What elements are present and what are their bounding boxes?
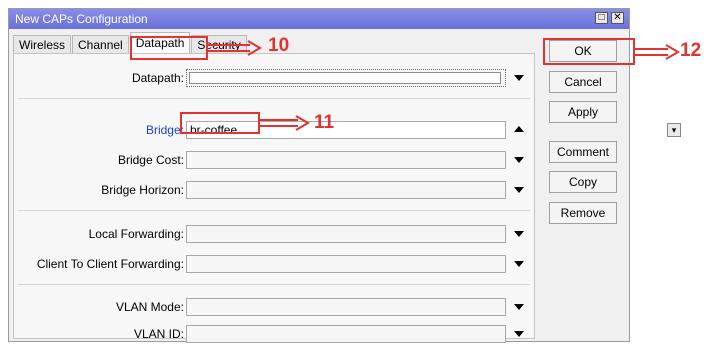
row-local-forwarding: Local Forwarding:: [14, 224, 534, 246]
bridge-horizon-dropdown-icon[interactable]: [514, 187, 524, 193]
tab-channel[interactable]: Channel: [72, 35, 129, 53]
divider: [18, 210, 530, 211]
vlan-mode-label: VLAN Mode:: [115, 300, 184, 314]
client-to-client-label: Client To Client Forwarding:: [36, 257, 184, 271]
bridge-cost-dropdown-icon[interactable]: [514, 157, 524, 163]
copy-button[interactable]: Copy: [549, 171, 617, 193]
tab-wireless[interactable]: Wireless: [13, 35, 72, 53]
remove-button[interactable]: Remove: [549, 202, 617, 224]
divider: [18, 98, 530, 99]
datapath-dropdown-icon[interactable]: [514, 75, 524, 81]
client-to-client-field[interactable]: [186, 255, 506, 273]
step-12-label: 12: [680, 40, 702, 61]
vlan-id-label: VLAN ID:: [133, 327, 184, 341]
cancel-button[interactable]: Cancel: [549, 71, 617, 93]
bridge-label: Bridge:: [145, 123, 184, 137]
caps-config-window: New CAPs Configuration □ ✕ Wireless Chan…: [8, 8, 681, 343]
vlan-id-dropdown-icon[interactable]: [514, 331, 524, 337]
datapath-panel: Datapath: Bridge: br-coffee ▾ Bridge Cos…: [13, 53, 681, 343]
datapath-label: Datapath:: [131, 71, 184, 85]
apply-button[interactable]: Apply: [549, 101, 617, 123]
datapath-input[interactable]: [189, 72, 501, 84]
bridge-collapse-icon[interactable]: [514, 126, 524, 132]
title-bar: New CAPs Configuration □ ✕: [9, 9, 629, 29]
arrow-11-icon: [260, 115, 310, 131]
step-11-label: 11: [314, 112, 335, 133]
arrow-12-icon: [634, 44, 680, 60]
datapath-tab-highlight: [130, 36, 208, 60]
bridge-horizon-label: Bridge Horizon:: [101, 183, 184, 197]
window-title: New CAPs Configuration: [15, 12, 148, 26]
maximize-icon[interactable]: □: [595, 12, 608, 24]
divider: [18, 284, 530, 285]
row-vlan-id: VLAN ID:: [14, 324, 534, 346]
local-forwarding-label: Local Forwarding:: [88, 227, 184, 241]
comment-button[interactable]: Comment: [549, 141, 617, 163]
local-forwarding-dropdown-icon[interactable]: [514, 231, 524, 237]
local-forwarding-field[interactable]: [186, 225, 506, 243]
vlan-mode-dropdown-icon[interactable]: [514, 304, 524, 310]
bridge-cost-field[interactable]: [186, 151, 506, 169]
arrow-10-icon: [208, 40, 262, 56]
datapath-field[interactable]: [186, 69, 506, 87]
bridge-dropdown-icon[interactable]: ▾: [667, 123, 681, 137]
row-bridge-horizon: Bridge Horizon:: [14, 180, 534, 202]
row-datapath: Datapath:: [14, 68, 534, 90]
row-bridge-cost: Bridge Cost:: [14, 150, 534, 172]
step-10-label: 10: [268, 35, 290, 56]
row-client-to-client: Client To Client Forwarding:: [14, 254, 534, 276]
vlan-mode-field[interactable]: [186, 298, 506, 316]
row-vlan-mode: VLAN Mode:: [14, 297, 534, 319]
bridge-cost-label: Bridge Cost:: [117, 153, 184, 167]
close-icon[interactable]: ✕: [611, 12, 624, 24]
bridge-field-highlight: [180, 112, 260, 134]
vlan-id-field[interactable]: [186, 325, 506, 343]
bridge-horizon-field[interactable]: [186, 181, 506, 199]
ok-button-highlight: [543, 38, 635, 65]
client-to-client-dropdown-icon[interactable]: [514, 261, 524, 267]
